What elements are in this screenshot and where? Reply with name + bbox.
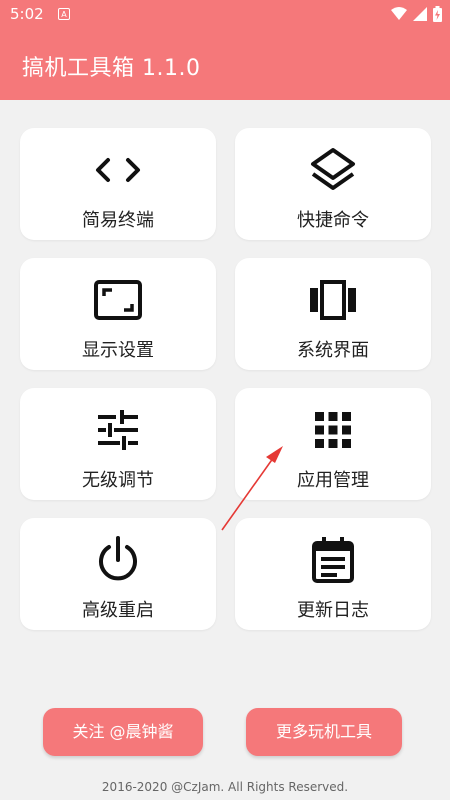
status-bar: 5:02 A: [0, 0, 450, 30]
tool-card-display-settings[interactable]: 显示设置: [20, 258, 216, 370]
tool-card-system-ui[interactable]: 系统界面: [235, 258, 431, 370]
tool-label: 应用管理: [297, 470, 369, 491]
battery-icon: [433, 6, 442, 22]
view-carousel-icon: [310, 280, 356, 320]
system-icons: [391, 6, 442, 22]
event-note-icon: [312, 537, 354, 583]
aspect-ratio-icon: [94, 280, 142, 320]
copyright-footer: 2016-2020 @CzJam. All Rights Reserved.: [101, 780, 349, 794]
signal-icon: [413, 7, 427, 21]
tool-label: 无级调节: [82, 470, 154, 491]
app-title: 搞机工具箱 1.1.0: [22, 56, 201, 81]
wifi-icon: [391, 7, 407, 20]
power-icon: [99, 536, 137, 581]
notification-icon: A: [58, 8, 70, 20]
tune-icon: [98, 410, 138, 450]
follow-button[interactable]: 关注 @晨钟酱: [43, 708, 203, 756]
tool-label: 高级重启: [82, 600, 154, 621]
status-time: 5:02: [10, 5, 44, 23]
code-icon: [96, 158, 140, 182]
tool-card-stepless-adjust[interactable]: 无级调节: [20, 388, 216, 500]
apps-grid-icon: [315, 412, 351, 448]
tool-card-changelog[interactable]: 更新日志: [235, 518, 431, 630]
tool-card-app-manager[interactable]: 应用管理: [235, 388, 431, 500]
tool-label: 更新日志: [297, 600, 369, 621]
tool-label: 快捷命令: [297, 210, 369, 231]
app-bar: 搞机工具箱 1.1.0: [0, 30, 450, 100]
tool-label: 简易终端: [82, 210, 154, 231]
tool-label: 显示设置: [82, 340, 154, 361]
tool-card-quick-commands[interactable]: 快捷命令: [235, 128, 431, 240]
tool-label: 系统界面: [297, 340, 369, 361]
tool-card-advanced-reboot[interactable]: 高级重启: [20, 518, 216, 630]
layers-icon: [311, 148, 355, 190]
more-tools-button[interactable]: 更多玩机工具: [246, 708, 402, 756]
tool-card-terminal[interactable]: 简易终端: [20, 128, 216, 240]
